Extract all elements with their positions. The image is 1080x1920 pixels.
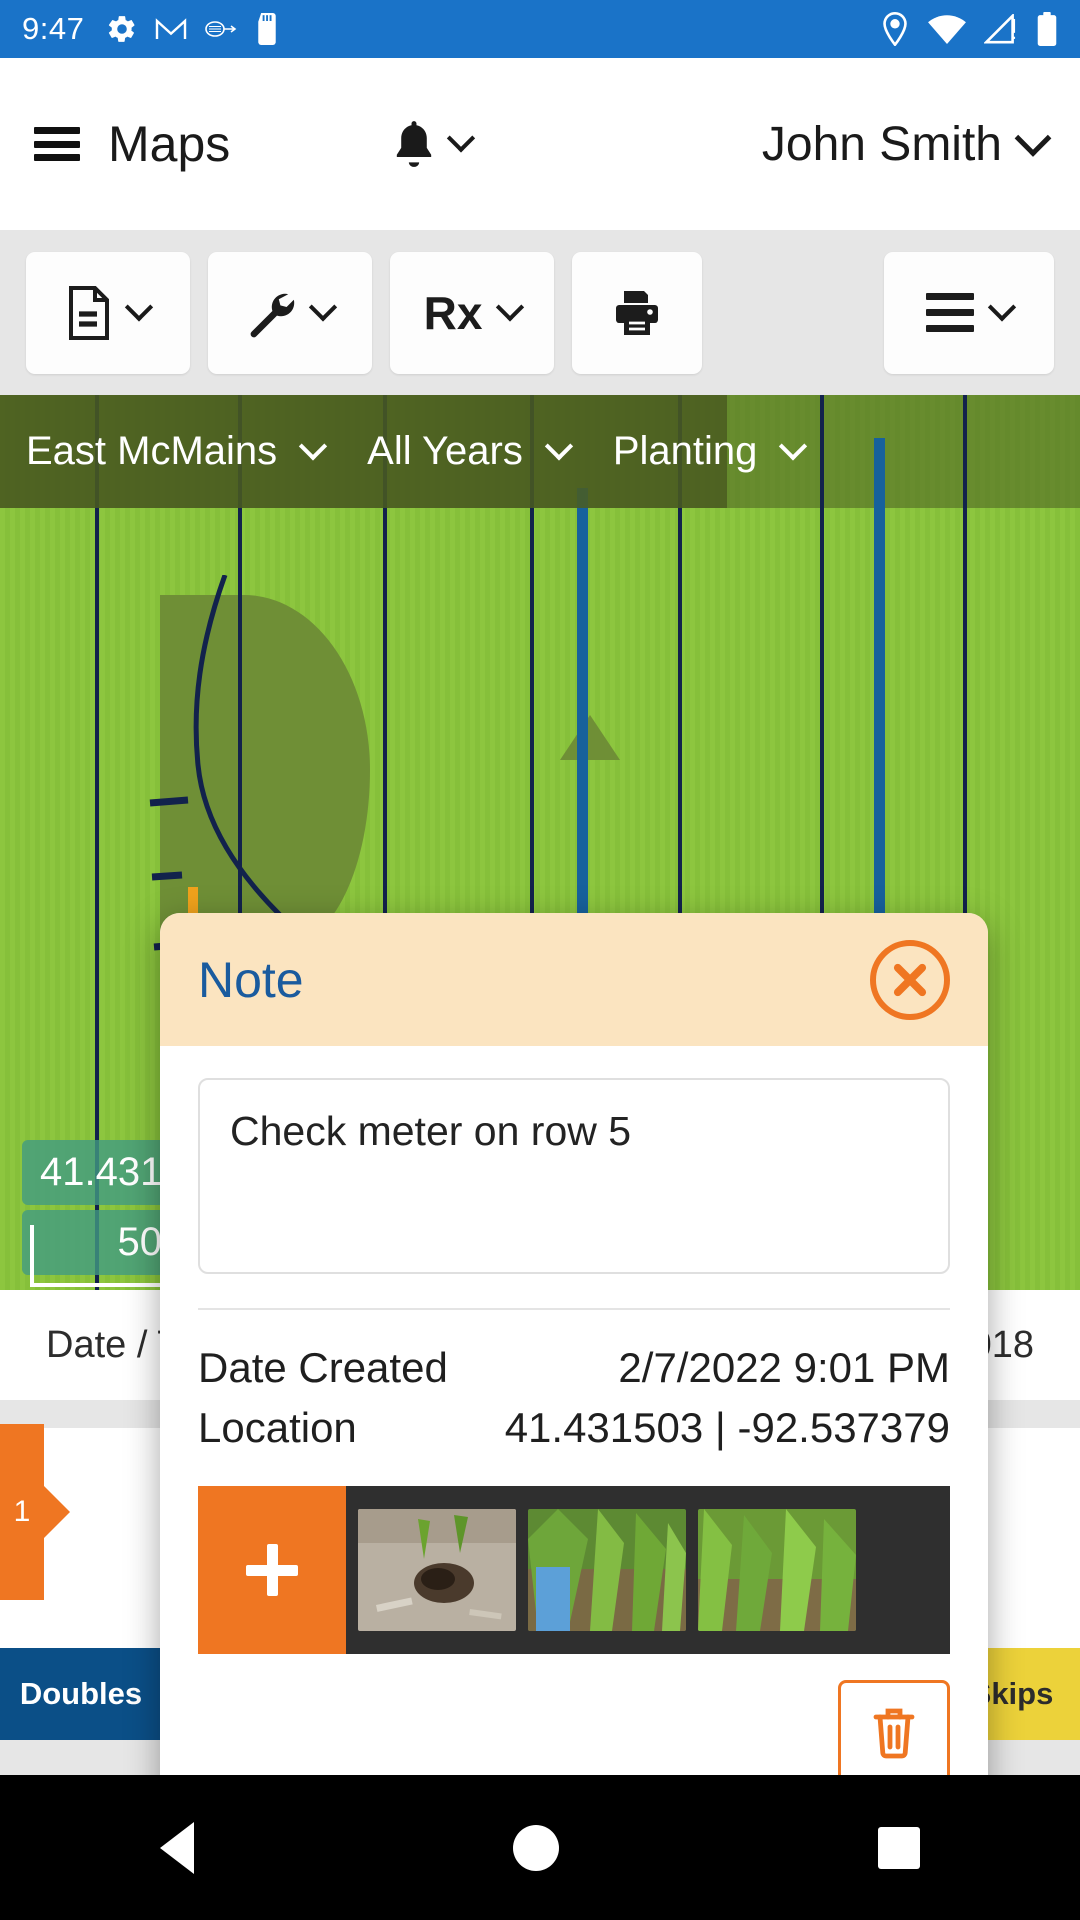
- sd-card-icon: [258, 13, 277, 45]
- user-name-label: John Smith: [761, 117, 1002, 171]
- plus-icon: [246, 1544, 298, 1596]
- notifications-menu[interactable]: [393, 120, 476, 168]
- location-value: 41.431503 | -92.537379: [504, 1404, 950, 1451]
- photo-thumbnail-2[interactable]: [528, 1509, 686, 1631]
- page-title: Maps: [108, 116, 231, 172]
- date-created-label: Date Created: [198, 1344, 448, 1391]
- map-toolbar: Rx: [0, 230, 1080, 395]
- note-dialog-title: Note: [198, 951, 304, 1008]
- back-triangle-icon[interactable]: [159, 1821, 194, 1874]
- photo-thumbnail-3[interactable]: [698, 1509, 856, 1631]
- operation-filter[interactable]: Planting: [612, 429, 808, 474]
- add-photo-button[interactable]: [198, 1486, 346, 1654]
- wifi-icon: [928, 15, 966, 44]
- menu-lines-icon: [926, 293, 974, 332]
- hamburger-icon[interactable]: [34, 127, 80, 161]
- chevron-down-icon[interactable]: [544, 431, 573, 460]
- chevron-down-icon[interactable]: [308, 292, 338, 321]
- chevron-down-icon[interactable]: [124, 292, 154, 321]
- chevron-down-icon[interactable]: [447, 124, 476, 153]
- photo-thumbnail-list[interactable]: [346, 1486, 950, 1654]
- chevron-down-icon[interactable]: [1014, 119, 1052, 157]
- note-dialog-body: Check meter on row 5 Date Created 2/7/20…: [160, 1046, 988, 1654]
- field-filter-value: East McMains: [26, 429, 278, 473]
- legend-doubles-label: Doubles: [19, 1676, 143, 1711]
- status-system-icons: [880, 12, 1058, 46]
- bell-icon[interactable]: [393, 120, 435, 168]
- note-dialog: Note Check meter on row 5 Date Created 2…: [160, 913, 988, 1818]
- note-dialog-header: Note: [160, 913, 988, 1046]
- thumb-1-image: [358, 1509, 516, 1631]
- tools-button[interactable]: [208, 251, 372, 374]
- app-root: 9:47 Maps John Smith Rx East McMains All…: [0, 0, 1080, 1920]
- printer-icon: [616, 290, 658, 335]
- note-text-input[interactable]: Check meter on row 5: [198, 1078, 950, 1274]
- android-status-bar: 9:47: [0, 0, 1080, 58]
- thumb-3-image: [698, 1509, 856, 1631]
- document-button[interactable]: [26, 251, 190, 374]
- chevron-down-icon[interactable]: [987, 292, 1017, 321]
- note-metadata: Date Created 2/7/2022 9:01 PM Location 4…: [198, 1308, 950, 1458]
- wrench-icon: [250, 293, 295, 337]
- location-pin-icon: [883, 12, 907, 46]
- gear-icon: [109, 16, 135, 42]
- trash-icon: [873, 1708, 915, 1759]
- key-icon: [205, 21, 237, 37]
- overflow-menu-button[interactable]: [884, 251, 1054, 374]
- home-circle-icon[interactable]: [512, 1824, 559, 1871]
- status-clock: 9:47: [22, 11, 85, 46]
- close-x-glyph: [893, 963, 927, 996]
- status-notification-icons: [106, 13, 279, 45]
- android-nav-bar: [0, 1775, 1080, 1920]
- recents-square-icon[interactable]: [878, 1826, 921, 1869]
- date-created-value: 2/7/2022 9:01 PM: [618, 1344, 950, 1391]
- year-filter[interactable]: All Years: [367, 429, 573, 474]
- page-indicator-tab[interactable]: 1: [0, 1424, 44, 1600]
- map-coordinate-readout: 41.43153: [22, 1140, 207, 1205]
- location-label: Location: [198, 1404, 357, 1451]
- user-menu[interactable]: John Smith: [761, 117, 1052, 172]
- chevron-down-icon[interactable]: [496, 292, 525, 321]
- map-scale-bar: [30, 1225, 180, 1287]
- gmail-icon: [156, 18, 187, 39]
- map-filter-bar: East McMains All Years Planting: [0, 395, 808, 508]
- metadata-row: Date Created 2/7/2022 9:01 PM: [198, 1338, 950, 1398]
- field-filter[interactable]: East McMains: [26, 429, 328, 474]
- print-button[interactable]: [572, 251, 702, 374]
- operation-filter-value: Planting: [612, 429, 758, 473]
- photo-thumbnail-1[interactable]: [358, 1509, 516, 1631]
- metadata-row: Location 41.431503 | -92.537379: [198, 1398, 950, 1458]
- close-icon[interactable]: [870, 939, 950, 1020]
- chevron-down-icon[interactable]: [299, 431, 328, 460]
- page-indicator-label: 1: [13, 1495, 31, 1528]
- thumb-2-image: [528, 1509, 686, 1631]
- document-icon: [69, 285, 109, 340]
- year-filter-value: All Years: [367, 429, 523, 473]
- battery-icon: [1037, 12, 1057, 46]
- cell-signal-warning-icon: [984, 14, 1016, 44]
- app-header: Maps John Smith: [0, 58, 1080, 230]
- delete-note-button[interactable]: [838, 1680, 950, 1784]
- rx-icon: Rx: [423, 286, 483, 339]
- prescription-button[interactable]: Rx: [390, 251, 554, 374]
- note-photo-strip: [198, 1486, 950, 1654]
- legend-doubles[interactable]: Doubles: [0, 1648, 162, 1740]
- chevron-down-icon[interactable]: [779, 431, 808, 460]
